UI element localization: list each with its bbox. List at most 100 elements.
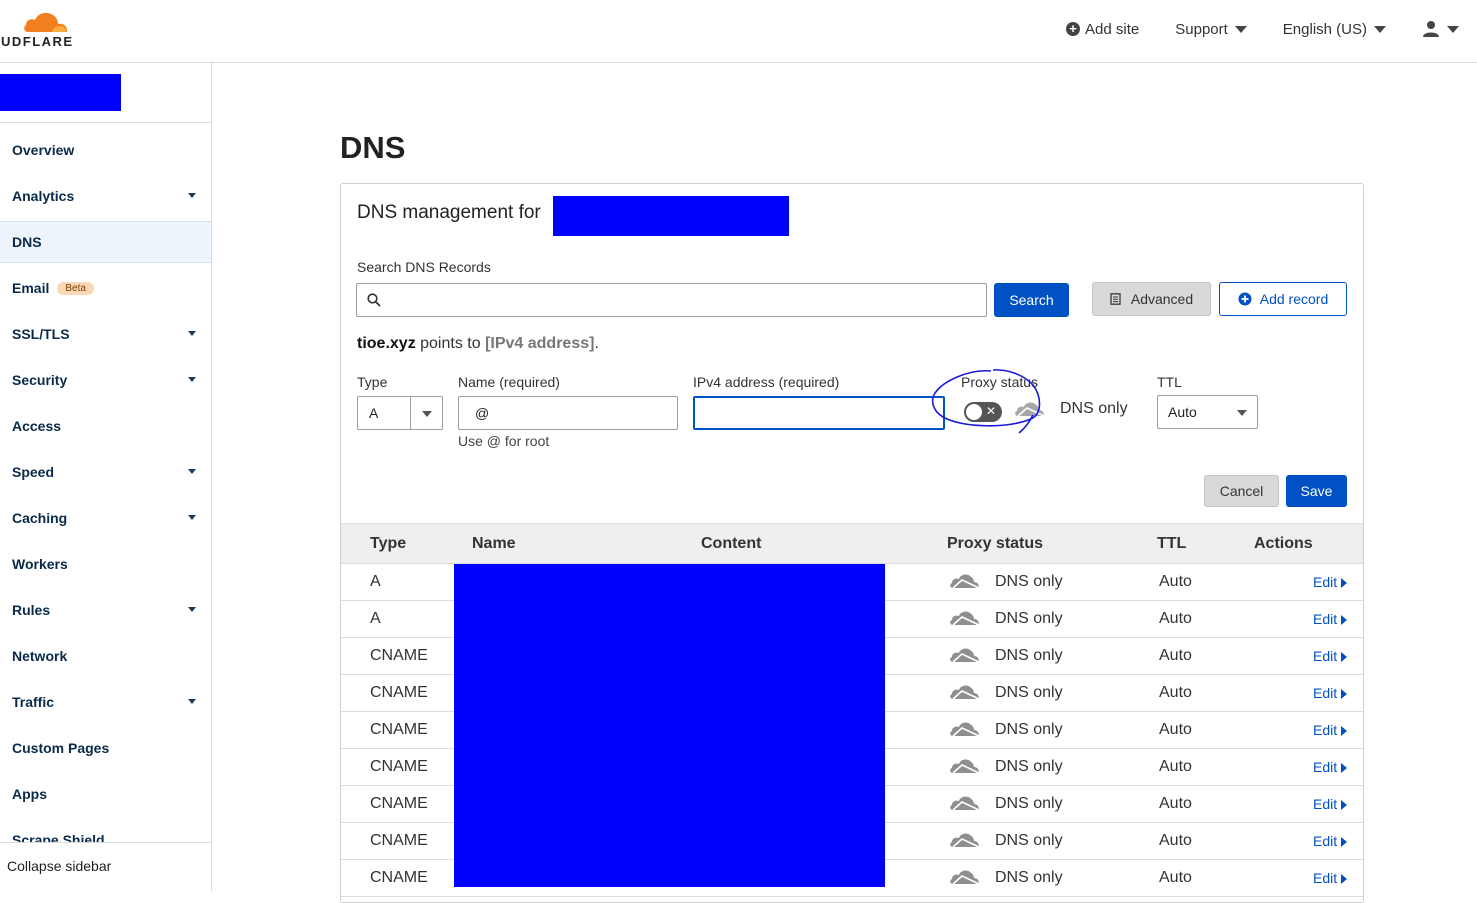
sidebar-item-label: Workers	[12, 556, 68, 572]
type-select[interactable]: A	[357, 396, 443, 430]
name-input[interactable]: @	[458, 396, 678, 430]
sidebar-item-label: Analytics	[12, 188, 75, 204]
beta-badge: Beta	[57, 281, 94, 295]
collapse-sidebar-button[interactable]: Collapse sidebar	[0, 842, 211, 892]
column-header-name[interactable]: Name	[472, 535, 516, 553]
chevron-down-icon[interactable]	[188, 607, 196, 612]
chevron-down-icon[interactable]	[188, 469, 196, 474]
chevron-right-icon	[1341, 874, 1348, 885]
record-type: A	[370, 610, 381, 627]
chevron-right-icon	[1341, 689, 1348, 700]
sidebar-item-label: Caching	[12, 510, 68, 526]
sidebar-item-caching[interactable]: Caching	[0, 497, 211, 539]
advanced-button[interactable]: Advanced	[1092, 282, 1211, 316]
sidebar-divider	[0, 122, 211, 123]
ipv4-input[interactable]	[693, 396, 945, 430]
record-type: CNAME	[370, 721, 428, 738]
user-menu[interactable]	[1422, 20, 1459, 38]
chevron-right-icon	[1341, 578, 1348, 589]
edit-label: Edit	[1313, 685, 1338, 701]
sidebar-item-label: Custom Pages	[12, 740, 110, 756]
edit-record-link[interactable]: Edit	[1313, 611, 1348, 627]
sidebar-item-network[interactable]: Network	[0, 635, 211, 677]
sidebar-item-overview[interactable]: Overview	[0, 129, 211, 171]
edit-record-link[interactable]: Edit	[1313, 685, 1348, 701]
edit-label: Edit	[1313, 574, 1338, 590]
edit-label: Edit	[1313, 648, 1338, 664]
search-button[interactable]: Search	[994, 283, 1069, 317]
sidebar-item-ssl-tls[interactable]: SSL/TLS	[0, 313, 211, 355]
record-proxy-status: DNS only	[995, 684, 1063, 701]
panel-title: DNS management for	[357, 202, 541, 223]
sidebar-item-traffic[interactable]: Traffic	[0, 681, 211, 723]
save-button[interactable]: Save	[1286, 475, 1347, 507]
edit-record-link[interactable]: Edit	[1313, 574, 1348, 590]
record-type: CNAME	[370, 869, 428, 886]
edit-record-link[interactable]: Edit	[1313, 833, 1348, 849]
sidebar-item-dns[interactable]: DNS	[0, 221, 211, 263]
sidebar-item-workers[interactable]: Workers	[0, 543, 211, 585]
sidebar-item-label: DNS	[12, 234, 42, 250]
column-header-content[interactable]: Content	[701, 535, 761, 553]
sidebar-item-label: SSL/TLS	[12, 326, 70, 342]
search-button-label: Search	[1009, 292, 1054, 308]
save-button-label: Save	[1300, 483, 1333, 499]
chevron-down-icon[interactable]	[188, 699, 196, 704]
edit-record-link[interactable]: Edit	[1313, 648, 1348, 664]
records-table-header: Type Name Content Proxy status TTL Actio…	[341, 523, 1363, 564]
sidebar-item-label: Access	[12, 418, 62, 434]
ttl-label: TTL	[1157, 374, 1182, 390]
column-header-ttl[interactable]: TTL	[1157, 535, 1186, 553]
top-navigation: + Add site Support English (US)	[1030, 20, 1459, 38]
cloud-logo-icon	[24, 12, 67, 32]
sidebar-item-access[interactable]: Access	[0, 405, 211, 447]
sidebar-item-rules[interactable]: Rules	[0, 589, 211, 631]
record-ttl: Auto	[1159, 758, 1192, 775]
cloud-icon	[949, 793, 981, 818]
add-record-button[interactable]: Add record	[1219, 282, 1347, 316]
edit-record-link[interactable]: Edit	[1313, 796, 1348, 812]
cloud-icon	[949, 608, 981, 633]
edit-label: Edit	[1313, 796, 1338, 812]
chevron-down-icon[interactable]	[188, 515, 196, 520]
record-ttl: Auto	[1159, 610, 1192, 627]
record-ttl: Auto	[1159, 869, 1192, 886]
sidebar-item-security[interactable]: Security	[0, 359, 211, 401]
search-input[interactable]	[356, 283, 987, 317]
ttl-select[interactable]: Auto	[1157, 395, 1258, 429]
language-menu[interactable]: English (US)	[1283, 21, 1386, 38]
chevron-down-icon[interactable]	[188, 331, 196, 336]
record-ttl: Auto	[1159, 795, 1192, 812]
record-ttl: Auto	[1159, 573, 1192, 590]
chevron-down-icon[interactable]	[188, 377, 196, 382]
sidebar-item-speed[interactable]: Speed	[0, 451, 211, 493]
cloudflare-logo[interactable]: UDFLARE	[0, 10, 90, 50]
edit-record-link[interactable]: Edit	[1313, 759, 1348, 775]
column-header-proxy-status[interactable]: Proxy status	[947, 535, 1043, 553]
user-icon	[1423, 21, 1439, 37]
name-label: Name (required)	[458, 374, 560, 390]
record-proxy-status: DNS only	[995, 610, 1063, 627]
record-type: CNAME	[370, 647, 428, 664]
edit-record-link[interactable]: Edit	[1313, 722, 1348, 738]
chevron-down-icon[interactable]	[188, 193, 196, 198]
plus-circle-icon: +	[1066, 22, 1081, 36]
cloud-icon	[949, 571, 981, 596]
dns-management-panel: DNS management for Search DNS Records Se…	[340, 183, 1364, 903]
sidebar-item-custom-pages[interactable]: Custom Pages	[0, 727, 211, 769]
column-header-type[interactable]: Type	[370, 535, 406, 553]
record-type: A	[370, 573, 381, 590]
sidebar-item-apps[interactable]: Apps	[0, 773, 211, 815]
support-menu[interactable]: Support	[1175, 21, 1247, 38]
record-type: CNAME	[370, 832, 428, 849]
cancel-button[interactable]: Cancel	[1204, 475, 1279, 507]
chevron-right-icon	[1341, 615, 1348, 626]
sidebar-item-analytics[interactable]: Analytics	[0, 175, 211, 217]
sidebar-item-label: Apps	[12, 786, 47, 802]
edit-record-link[interactable]: Edit	[1313, 870, 1348, 886]
add-site-button[interactable]: + Add site	[1066, 21, 1139, 38]
support-label: Support	[1175, 20, 1228, 38]
points-to-middle: points to	[415, 335, 486, 352]
sidebar-item-label: Overview	[12, 142, 75, 158]
sidebar-item-email[interactable]: Email Beta	[0, 267, 211, 309]
